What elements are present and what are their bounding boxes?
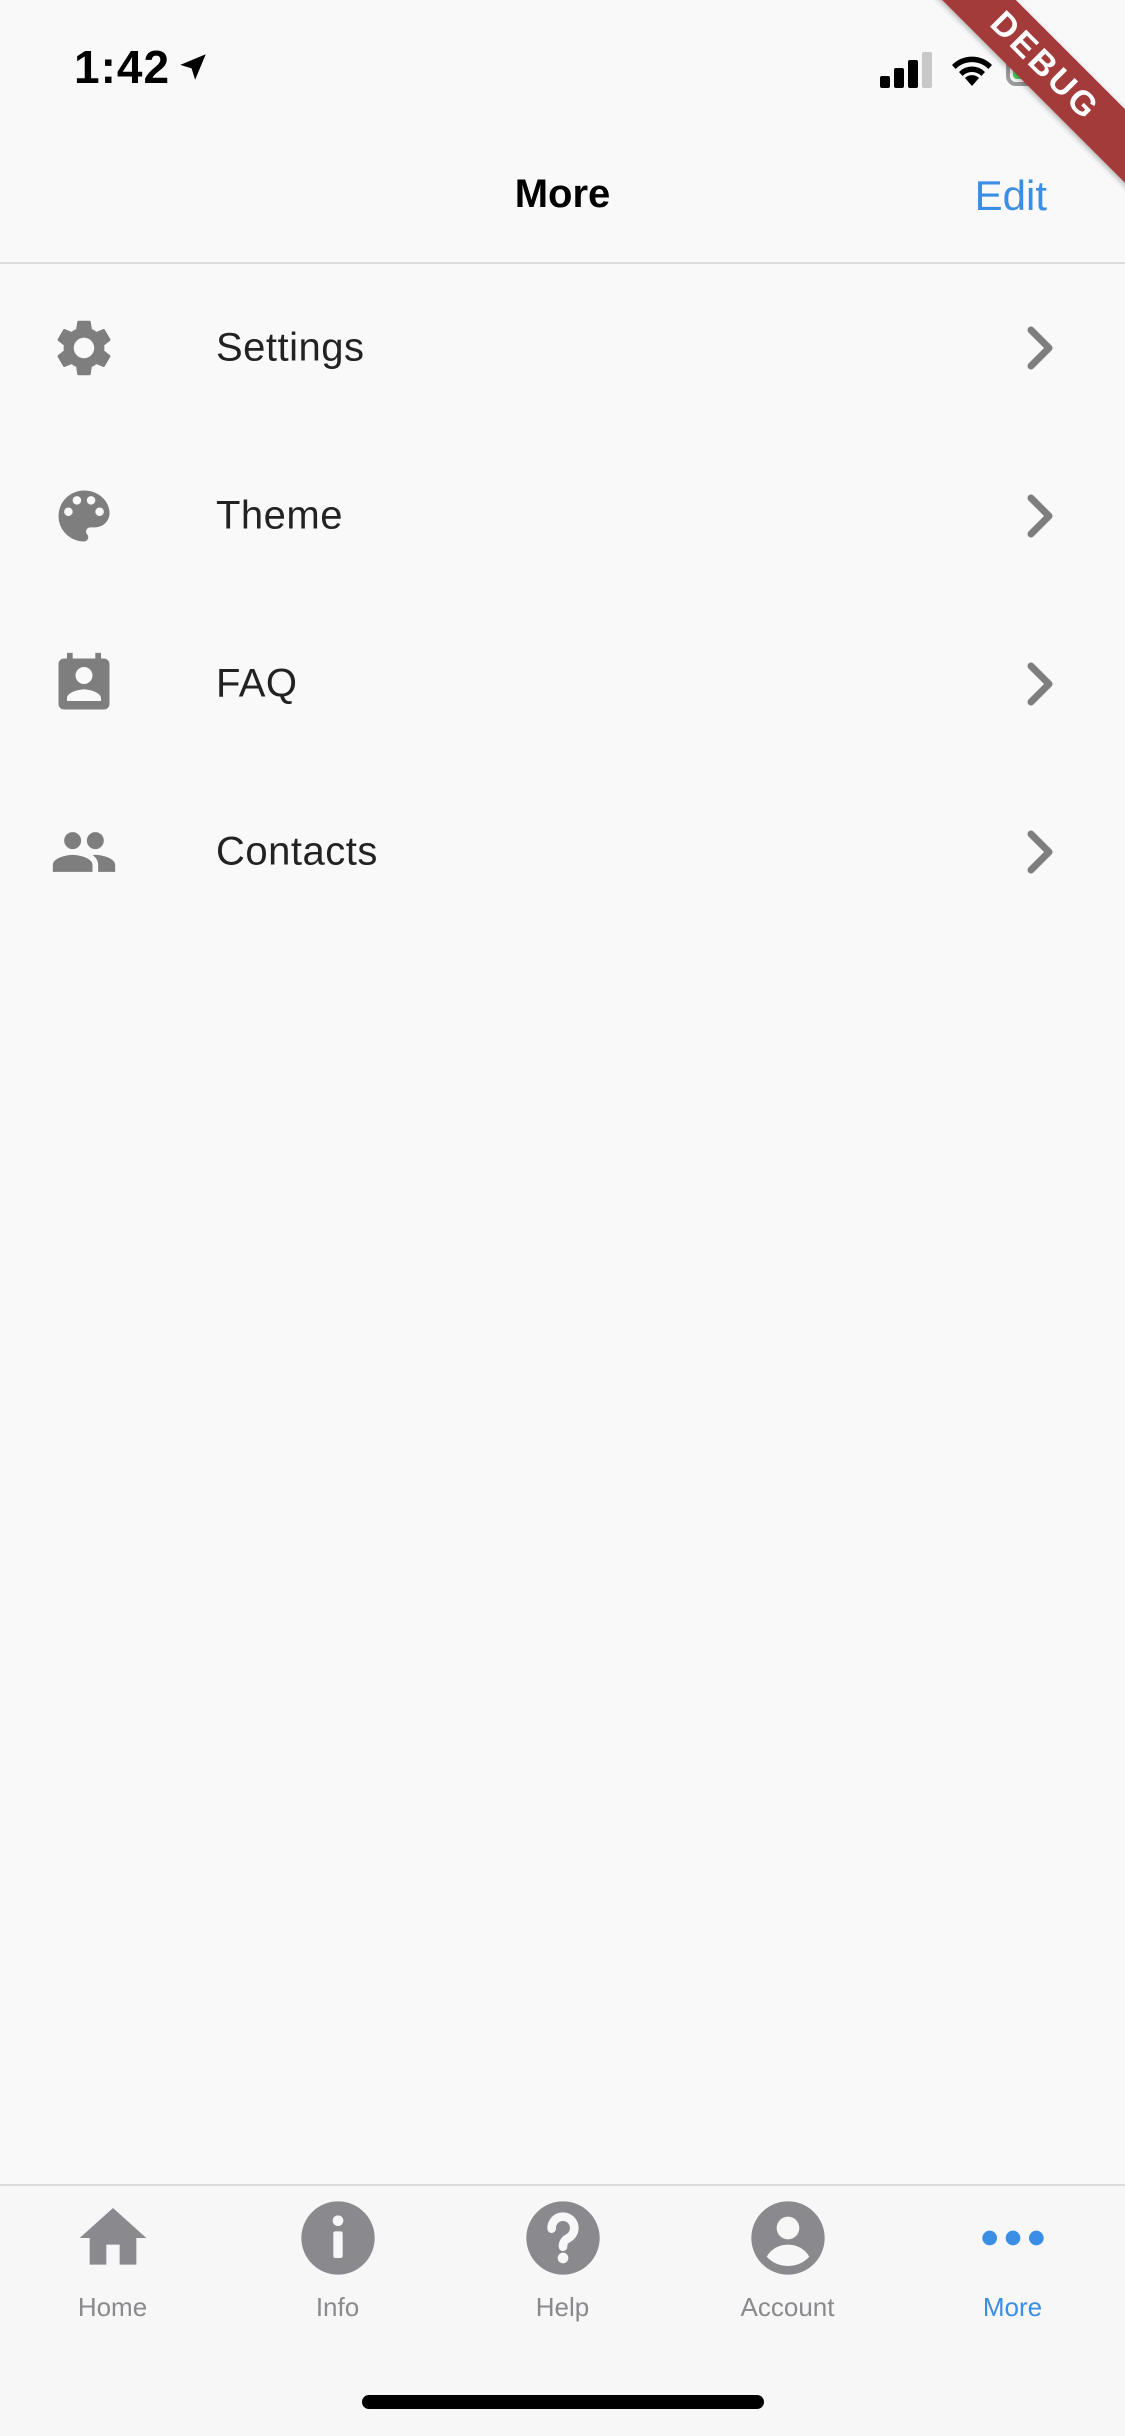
tab-label: Account bbox=[740, 2292, 835, 2322]
contact-card-icon bbox=[58, 652, 110, 710]
tab-account[interactable]: Account bbox=[675, 2198, 900, 2338]
tab-label: Help bbox=[535, 2292, 590, 2322]
tab-label: Info bbox=[315, 2292, 360, 2322]
people-icon bbox=[52, 832, 116, 872]
list-item-label: Settings bbox=[216, 325, 365, 370]
chevron-right-icon bbox=[1027, 326, 1053, 370]
home-indicator[interactable] bbox=[362, 2395, 764, 2409]
account-icon bbox=[750, 2201, 825, 2275]
cellular-signal-icon bbox=[880, 52, 932, 88]
tab-help[interactable]: Help bbox=[450, 2198, 675, 2338]
tab-label: Home bbox=[77, 2292, 148, 2322]
screen: 1:42 DEBUG More Edit Settings Theme FAQ … bbox=[0, 0, 1125, 2436]
more-menu-list: Settings Theme FAQ Contacts bbox=[0, 264, 1125, 936]
list-item-faq[interactable]: FAQ bbox=[0, 600, 1125, 768]
chevron-right-icon bbox=[1027, 662, 1053, 706]
wifi-icon bbox=[952, 56, 992, 86]
list-item-contacts[interactable]: Contacts bbox=[0, 768, 1125, 936]
list-item-label: Contacts bbox=[216, 829, 378, 874]
gear-icon bbox=[57, 320, 111, 376]
tab-label: More bbox=[982, 2292, 1043, 2322]
more-icon bbox=[981, 2230, 1044, 2246]
list-item-theme[interactable]: Theme bbox=[0, 432, 1125, 600]
tab-more[interactable]: More bbox=[900, 2198, 1125, 2338]
tab-home[interactable]: Home bbox=[0, 2198, 225, 2338]
status-time: 1:42 bbox=[74, 41, 171, 93]
status-bar: 1:42 bbox=[0, 0, 1125, 132]
list-item-settings[interactable]: Settings bbox=[0, 264, 1125, 432]
tab-info[interactable]: Info bbox=[225, 2198, 450, 2338]
list-item-label: Theme bbox=[216, 493, 343, 538]
chevron-right-icon bbox=[1027, 830, 1053, 874]
home-icon bbox=[79, 2208, 146, 2265]
navigation-bar: More Edit bbox=[0, 132, 1125, 264]
info-icon bbox=[300, 2201, 375, 2275]
chevron-right-icon bbox=[1027, 494, 1053, 538]
edit-button[interactable]: Edit bbox=[975, 172, 1047, 220]
help-icon bbox=[525, 2201, 600, 2275]
palette-icon bbox=[58, 490, 110, 542]
location-arrow-icon bbox=[180, 54, 206, 80]
page-title: More bbox=[514, 172, 611, 216]
list-item-label: FAQ bbox=[216, 661, 298, 706]
